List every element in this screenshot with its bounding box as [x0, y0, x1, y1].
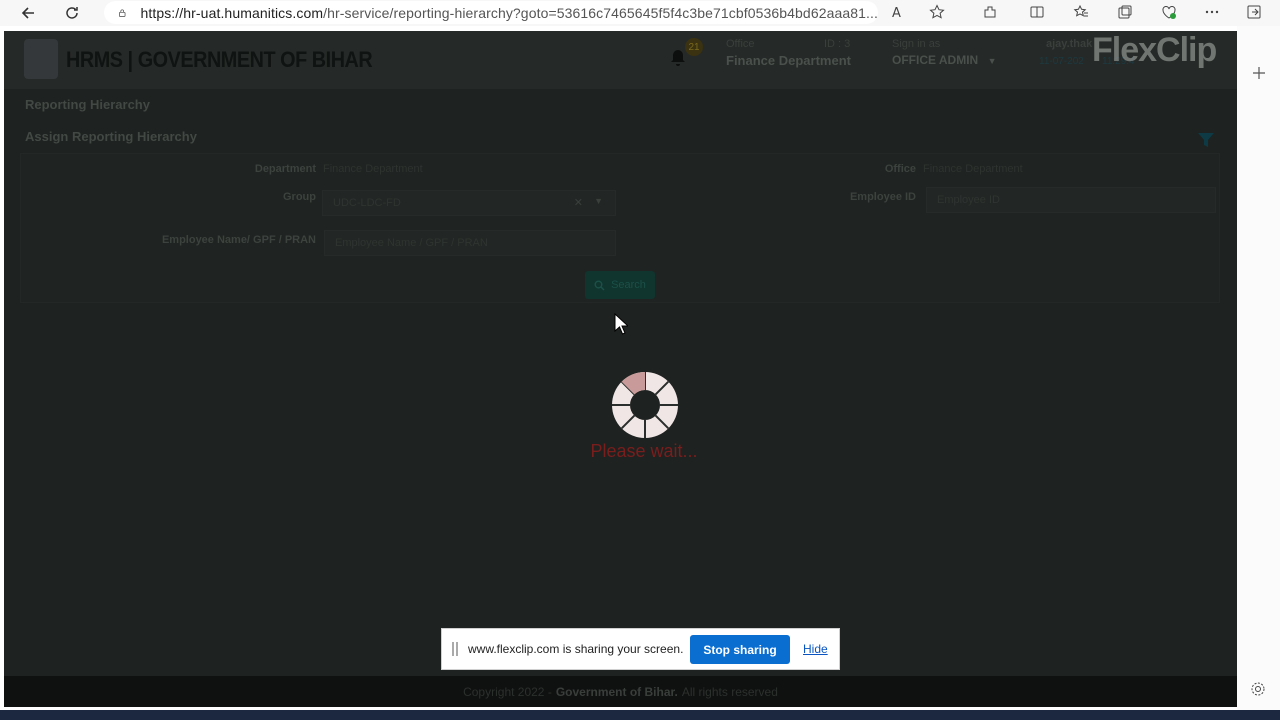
browser-toolbar: https://hr-uat.humanitics.com/hr-service…: [0, 0, 1280, 26]
department-label: Department: [254, 163, 316, 175]
office-id: ID : 3: [824, 38, 851, 50]
office-name: Finance Department: [726, 53, 851, 68]
employee-id-input[interactable]: Employee ID: [926, 187, 1216, 213]
search-label: Search: [611, 279, 646, 291]
user-name: ajay.thak: [1046, 38, 1093, 50]
split-screen-icon[interactable]: [1026, 1, 1048, 23]
browser-tools: A: [888, 1, 1265, 23]
lock-icon: [119, 9, 126, 17]
office-label: Office: [726, 38, 755, 50]
refresh-icon[interactable]: [61, 2, 83, 24]
employee-id-label: Employee ID: [849, 191, 916, 203]
settings-gear-icon[interactable]: [1250, 681, 1266, 702]
signin-label: Sign in as: [892, 38, 941, 50]
svg-text:A: A: [892, 6, 901, 20]
browser-sidebar: [1237, 26, 1280, 710]
mouse-cursor-icon: [614, 313, 628, 335]
more-icon[interactable]: [1201, 1, 1223, 23]
loading-text: Please wait...: [590, 441, 698, 461]
share-message: www.flexclip.com is sharing your screen.: [468, 642, 684, 656]
add-icon[interactable]: [1252, 66, 1266, 85]
screen-share-bar: www.flexclip.com is sharing your screen.…: [441, 628, 840, 670]
login-date: 11-07-202: [1039, 56, 1084, 67]
employee-id-placeholder: Employee ID: [937, 194, 1000, 206]
footer-prefix: Copyright 2022 -: [463, 684, 552, 699]
address-bar[interactable]: https://hr-uat.humanitics.com/hr-service…: [104, 1, 878, 24]
hide-link[interactable]: Hide: [803, 642, 828, 656]
collections-icon[interactable]: [1114, 1, 1136, 23]
favorite-star-icon[interactable]: [926, 1, 948, 23]
section-title: Assign Reporting Hierarchy: [25, 129, 197, 144]
app-viewport: HRMS | GOVERNMENT OF BIHAR 21 Office ID …: [4, 31, 1237, 707]
employee-name-input[interactable]: Employee Name / GPF / PRAN: [324, 230, 616, 256]
footer-suffix: All rights reserved: [681, 684, 778, 699]
group-select[interactable]: UDC-LDC-FD ✕ ▼: [322, 190, 616, 216]
loading-spinner-icon: [612, 372, 678, 438]
app-logo-text: HRMS | GOVERNMENT OF BIHAR: [66, 47, 373, 72]
flexclip-watermark: FlexClip: [1092, 31, 1217, 69]
employee-name-label: Employee Name/ GPF / PRAN: [161, 234, 316, 246]
browser-essentials-icon[interactable]: [1158, 1, 1180, 23]
app-header: HRMS | GOVERNMENT OF BIHAR 21 Office ID …: [4, 31, 1237, 89]
sidebar-toggle-icon[interactable]: [1243, 1, 1265, 23]
url-text: https://hr-uat.humanitics.com/hr-service…: [140, 5, 878, 21]
extensions-icon[interactable]: [979, 1, 1001, 23]
group-value: UDC-LDC-FD: [333, 197, 401, 209]
emblem-logo: [24, 39, 58, 79]
bell-icon[interactable]: [670, 49, 686, 67]
search-button[interactable]: Search: [585, 271, 655, 299]
url-host: https://hr-uat.humanitics.com: [140, 4, 324, 21]
favorites-icon[interactable]: [1070, 1, 1092, 23]
chevron-down-icon: ▼: [987, 56, 997, 66]
office-field-label: Office: [884, 163, 916, 175]
footer-org: Government of Bihar.: [555, 684, 678, 699]
office-field-value: Finance Department: [923, 163, 1023, 175]
read-aloud-icon[interactable]: A: [888, 1, 910, 23]
stop-sharing-button[interactable]: Stop sharing: [690, 635, 790, 664]
filter-icon[interactable]: [1197, 131, 1215, 149]
app-footer: Copyright 2022 - Government of Bihar. Al…: [4, 676, 1237, 707]
url-path: /hr-service/reporting-hierarchy?goto=536…: [323, 4, 878, 21]
back-icon[interactable]: [17, 2, 39, 24]
role-value: OFFICE ADMIN: [892, 53, 979, 67]
drag-handle-icon[interactable]: [452, 642, 458, 656]
clear-icon[interactable]: ✕: [574, 196, 583, 209]
page-title: Reporting Hierarchy: [25, 97, 150, 112]
notification-badge: 21: [685, 38, 703, 56]
search-icon: [594, 280, 605, 290]
chevron-down-icon[interactable]: ▼: [594, 196, 603, 206]
group-label: Group: [283, 191, 316, 203]
os-taskbar: [0, 710, 1280, 720]
department-value: Finance Department: [323, 163, 423, 175]
role-select[interactable]: OFFICE ADMIN ▼: [892, 53, 996, 67]
employee-name-placeholder: Employee Name / GPF / PRAN: [335, 237, 488, 249]
